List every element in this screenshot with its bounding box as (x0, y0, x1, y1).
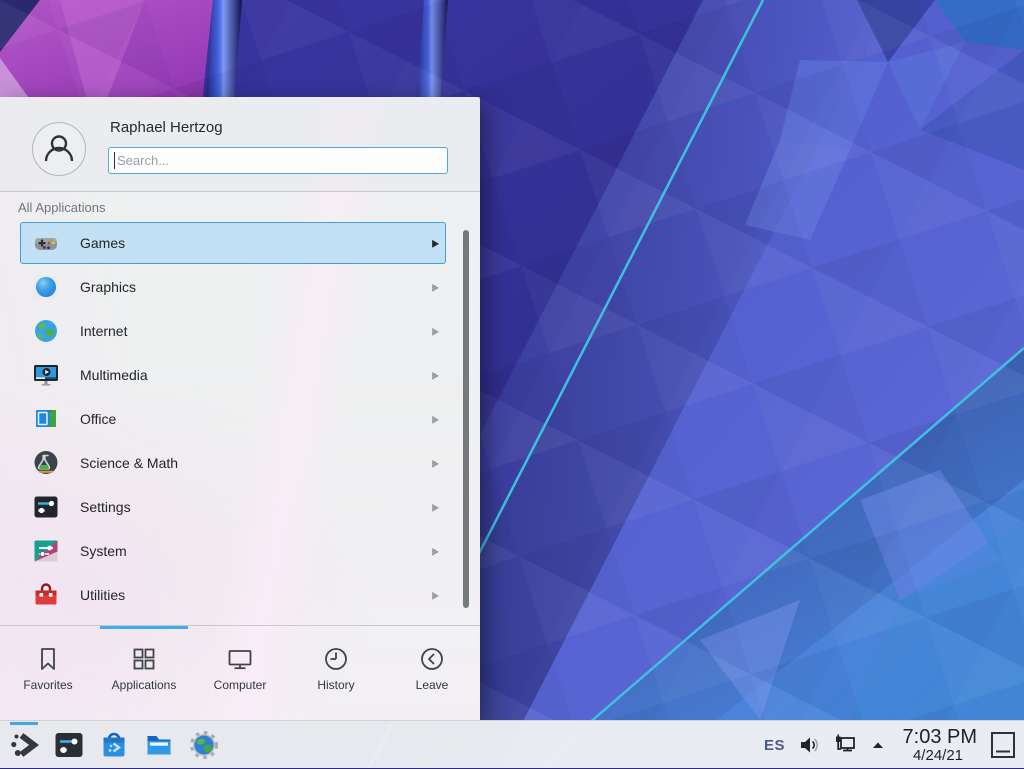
tab-applications[interactable]: Applications (96, 629, 192, 720)
tab-history[interactable]: History (288, 629, 384, 720)
launcher-tab-bar: Favorites Applications Computer (0, 629, 480, 720)
menu-item-label: Multimedia (80, 367, 427, 383)
globe-gear-icon (188, 729, 220, 761)
submenu-arrow-icon: ▶ (427, 413, 439, 426)
menu-item-internet[interactable]: Internet ▶ (20, 310, 446, 352)
gamepad-icon (32, 229, 60, 257)
user-avatar[interactable] (32, 122, 86, 176)
application-launcher-button[interactable] (4, 723, 44, 767)
menu-item-multimedia[interactable]: Multimedia ▶ (20, 354, 446, 396)
footer-separator (0, 625, 480, 626)
submenu-arrow-icon: ▶ (427, 369, 439, 382)
digital-clock[interactable]: 7:03 PM 4/24/21 (899, 727, 977, 764)
software-bag-icon (98, 729, 130, 761)
network-wired-icon[interactable] (833, 733, 857, 757)
system-tray: ES 7:03 PM 4/24/2 (764, 721, 1016, 769)
tab-favorites[interactable]: Favorites (0, 629, 96, 720)
menu-item-label: Settings (80, 499, 427, 515)
settings-sliders-icon (53, 729, 85, 761)
expand-tray-icon[interactable] (870, 737, 886, 753)
web-browser-button[interactable] (184, 723, 224, 767)
submenu-arrow-icon: ▶ (427, 457, 439, 470)
menu-item-label: Graphics (80, 279, 427, 295)
menu-item-label: Science & Math (80, 455, 427, 471)
user-icon (39, 129, 79, 169)
application-category-list: Games ▶ Graphics ▶ (0, 222, 480, 625)
menu-item-help[interactable]: Help ▶ (20, 618, 446, 625)
menu-item-system[interactable]: System ▶ (20, 530, 446, 572)
submenu-arrow-icon: ▶ (427, 501, 439, 514)
tab-computer[interactable]: Computer (192, 629, 288, 720)
section-label: All Applications (18, 200, 105, 215)
documents-icon (32, 405, 60, 433)
menu-item-science-math[interactable]: Science & Math ▶ (20, 442, 446, 484)
media-monitor-icon (32, 361, 60, 389)
user-name: Raphael Hertzog (110, 119, 223, 136)
search-input[interactable] (108, 147, 448, 174)
file-manager-button[interactable] (139, 723, 179, 767)
submenu-arrow-icon: ▶ (427, 545, 439, 558)
list-scrollbar[interactable] (463, 230, 469, 608)
menu-item-games[interactable]: Games ▶ (20, 222, 446, 264)
menu-item-label: Office (80, 411, 427, 427)
submenu-arrow-icon: ▶ (427, 325, 439, 338)
menu-item-label: Games (80, 235, 427, 251)
system-settings-button[interactable] (49, 723, 89, 767)
app-grid-icon (130, 645, 158, 673)
clock-icon (322, 645, 350, 673)
tab-leave[interactable]: Leave (384, 629, 480, 720)
flask-icon (32, 449, 60, 477)
clock-time: 7:03 PM (899, 727, 977, 748)
sliders-dark-icon (32, 493, 60, 521)
submenu-arrow-icon: ▶ (427, 281, 439, 294)
text-caret (114, 152, 115, 169)
menu-item-label: Internet (80, 323, 427, 339)
menu-item-graphics[interactable]: Graphics ▶ (20, 266, 446, 308)
menu-item-utilities[interactable]: Utilities ▶ (20, 574, 446, 616)
globe-icon (32, 317, 60, 345)
toolbox-icon (32, 581, 60, 609)
clock-date: 4/24/21 (899, 748, 977, 764)
sliders-color-icon (32, 537, 60, 565)
monitor-icon (226, 645, 254, 673)
blue-folder-icon (143, 729, 175, 761)
volume-icon[interactable] (798, 734, 820, 756)
taskbar-launchers (4, 722, 224, 768)
leave-icon (418, 645, 446, 673)
menu-item-settings[interactable]: Settings ▶ (20, 486, 446, 528)
submenu-arrow-icon: ▶ (427, 589, 439, 602)
kde-launcher-icon (8, 729, 40, 761)
keyboard-layout-indicator[interactable]: ES (764, 737, 785, 754)
bookmark-icon (34, 645, 62, 673)
menu-item-office[interactable]: Office ▶ (20, 398, 446, 440)
discover-button[interactable] (94, 723, 134, 767)
menu-item-label: Utilities (80, 587, 427, 603)
application-launcher-panel: Raphael Hertzog All Applications Games (0, 97, 480, 720)
show-desktop-button[interactable] (990, 730, 1016, 760)
taskbar: ES 7:03 PM 4/24/2 (0, 720, 1024, 768)
submenu-arrow-icon: ▶ (427, 237, 439, 250)
menu-item-label: System (80, 543, 427, 559)
blue-sphere-icon (32, 273, 60, 301)
